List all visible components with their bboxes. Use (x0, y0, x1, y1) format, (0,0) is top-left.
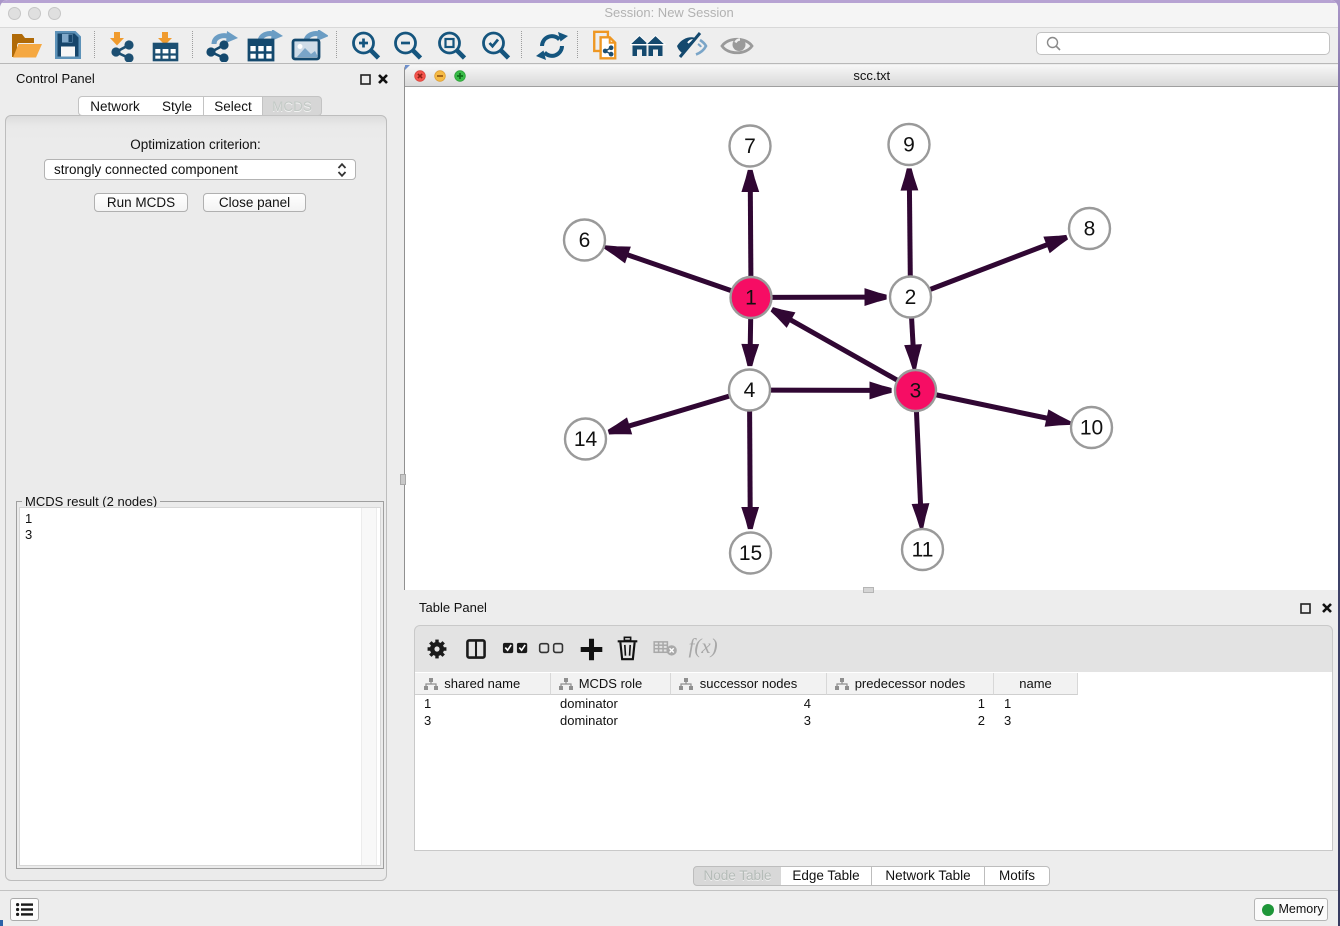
svg-text:3: 3 (909, 380, 921, 403)
svg-text:14: 14 (573, 428, 597, 451)
svg-text:1: 1 (745, 287, 757, 310)
svg-text:10: 10 (1079, 417, 1102, 440)
svg-text:7: 7 (744, 135, 756, 158)
svg-text:4: 4 (743, 379, 755, 402)
svg-text:15: 15 (738, 542, 761, 565)
svg-text:6: 6 (578, 229, 590, 252)
svg-text:8: 8 (1083, 218, 1095, 241)
svg-text:2: 2 (904, 286, 916, 309)
svg-text:11: 11 (911, 539, 933, 562)
svg-text:9: 9 (903, 134, 915, 157)
